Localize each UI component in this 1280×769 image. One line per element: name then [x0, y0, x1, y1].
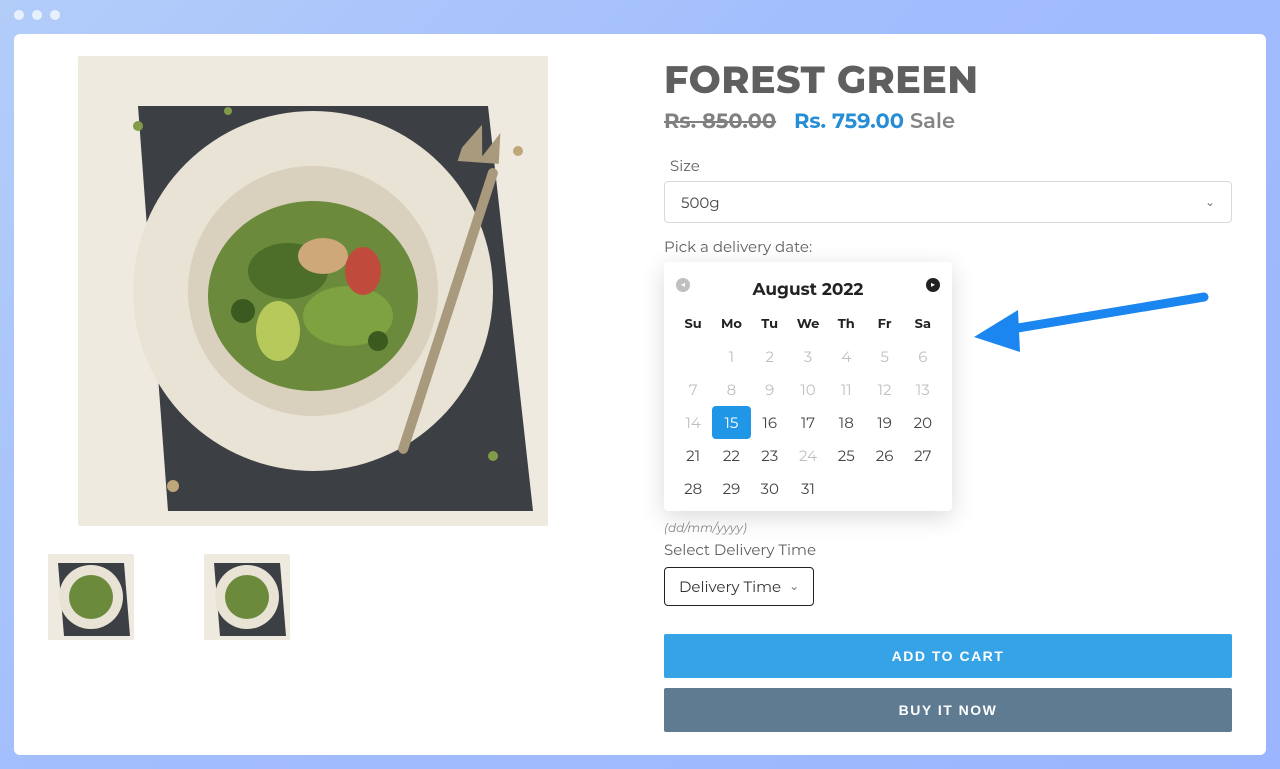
chevron-down-icon: ⌄	[1205, 195, 1215, 210]
calendar-day[interactable]: 21	[674, 439, 712, 472]
calendar-day	[674, 340, 712, 373]
calendar-day: 5	[865, 340, 903, 373]
calendar-prev-button: ◂	[676, 278, 690, 292]
calendar-next-button[interactable]: ▸	[926, 278, 940, 292]
calendar-day: 1	[712, 340, 750, 373]
calendar-day[interactable]: 19	[865, 406, 903, 439]
calendar-day: 3	[789, 340, 827, 373]
add-to-cart-button[interactable]: ADD TO CART	[664, 634, 1232, 678]
calendar-day[interactable]: 27	[904, 439, 942, 472]
buy-it-now-button[interactable]: BUY IT NOW	[664, 688, 1232, 732]
size-value: 500g	[681, 193, 720, 212]
calendar-day	[827, 472, 865, 505]
calendar-day: 2	[751, 340, 789, 373]
calendar-day: 9	[751, 373, 789, 406]
calendar-day[interactable]: 23	[751, 439, 789, 472]
calendar-day[interactable]: 30	[751, 472, 789, 505]
sale-label: Sale	[910, 109, 955, 134]
calendar-day: 14	[674, 406, 712, 439]
calendar-day[interactable]: 15	[712, 406, 750, 439]
calendar-dow: Tu	[751, 306, 789, 340]
calendar: ◂ August 2022 ▸ SuMoTuWeThFrSa1234567891…	[664, 262, 952, 511]
calendar-dow: Sa	[904, 306, 942, 340]
calendar-title: August 2022	[753, 280, 864, 300]
calendar-day[interactable]: 16	[751, 406, 789, 439]
calendar-day[interactable]: 31	[789, 472, 827, 505]
calendar-day	[904, 472, 942, 505]
calendar-dow: Fr	[865, 306, 903, 340]
calendar-day: 11	[827, 373, 865, 406]
pick-date-label: Pick a delivery date:	[664, 237, 1232, 256]
date-format-hint: (dd/mm/yyyy)	[664, 521, 1232, 536]
calendar-day: 7	[674, 373, 712, 406]
product-thumbnail-2[interactable]	[204, 554, 290, 640]
calendar-dow: Su	[674, 306, 712, 340]
chevron-down-icon: ⌄	[789, 579, 799, 594]
size-label: Size	[670, 156, 1232, 175]
calendar-day	[865, 472, 903, 505]
calendar-day: 6	[904, 340, 942, 373]
calendar-day: 12	[865, 373, 903, 406]
calendar-day: 8	[712, 373, 750, 406]
calendar-dow: Mo	[712, 306, 750, 340]
calendar-day[interactable]: 18	[827, 406, 865, 439]
size-select[interactable]: 500g ⌄	[664, 181, 1232, 223]
product-image-main	[78, 56, 548, 526]
calendar-day[interactable]: 28	[674, 472, 712, 505]
calendar-day[interactable]: 17	[789, 406, 827, 439]
calendar-day[interactable]: 20	[904, 406, 942, 439]
delivery-time-value: Delivery Time	[679, 577, 781, 596]
chevron-right-icon: ▸	[931, 281, 935, 289]
calendar-day[interactable]: 29	[712, 472, 750, 505]
delivery-time-label: Select Delivery Time	[664, 540, 1232, 559]
calendar-dow: Th	[827, 306, 865, 340]
calendar-day: 24	[789, 439, 827, 472]
sale-price: Rs. 759.00	[794, 109, 904, 134]
calendar-dow: We	[789, 306, 827, 340]
window-controls	[14, 10, 60, 20]
delivery-time-select[interactable]: Delivery Time ⌄	[664, 567, 814, 606]
calendar-day: 10	[789, 373, 827, 406]
calendar-day[interactable]: 22	[712, 439, 750, 472]
calendar-day[interactable]: 26	[865, 439, 903, 472]
price-row: Rs. 850.00 Rs. 759.00 Sale	[664, 109, 1232, 134]
product-thumbnail-1[interactable]	[48, 554, 134, 640]
product-title: FOREST GREEN	[664, 56, 1232, 103]
calendar-day[interactable]: 25	[827, 439, 865, 472]
chevron-left-icon: ◂	[681, 281, 685, 289]
old-price: Rs. 850.00	[664, 109, 776, 134]
calendar-day: 13	[904, 373, 942, 406]
calendar-day: 4	[827, 340, 865, 373]
